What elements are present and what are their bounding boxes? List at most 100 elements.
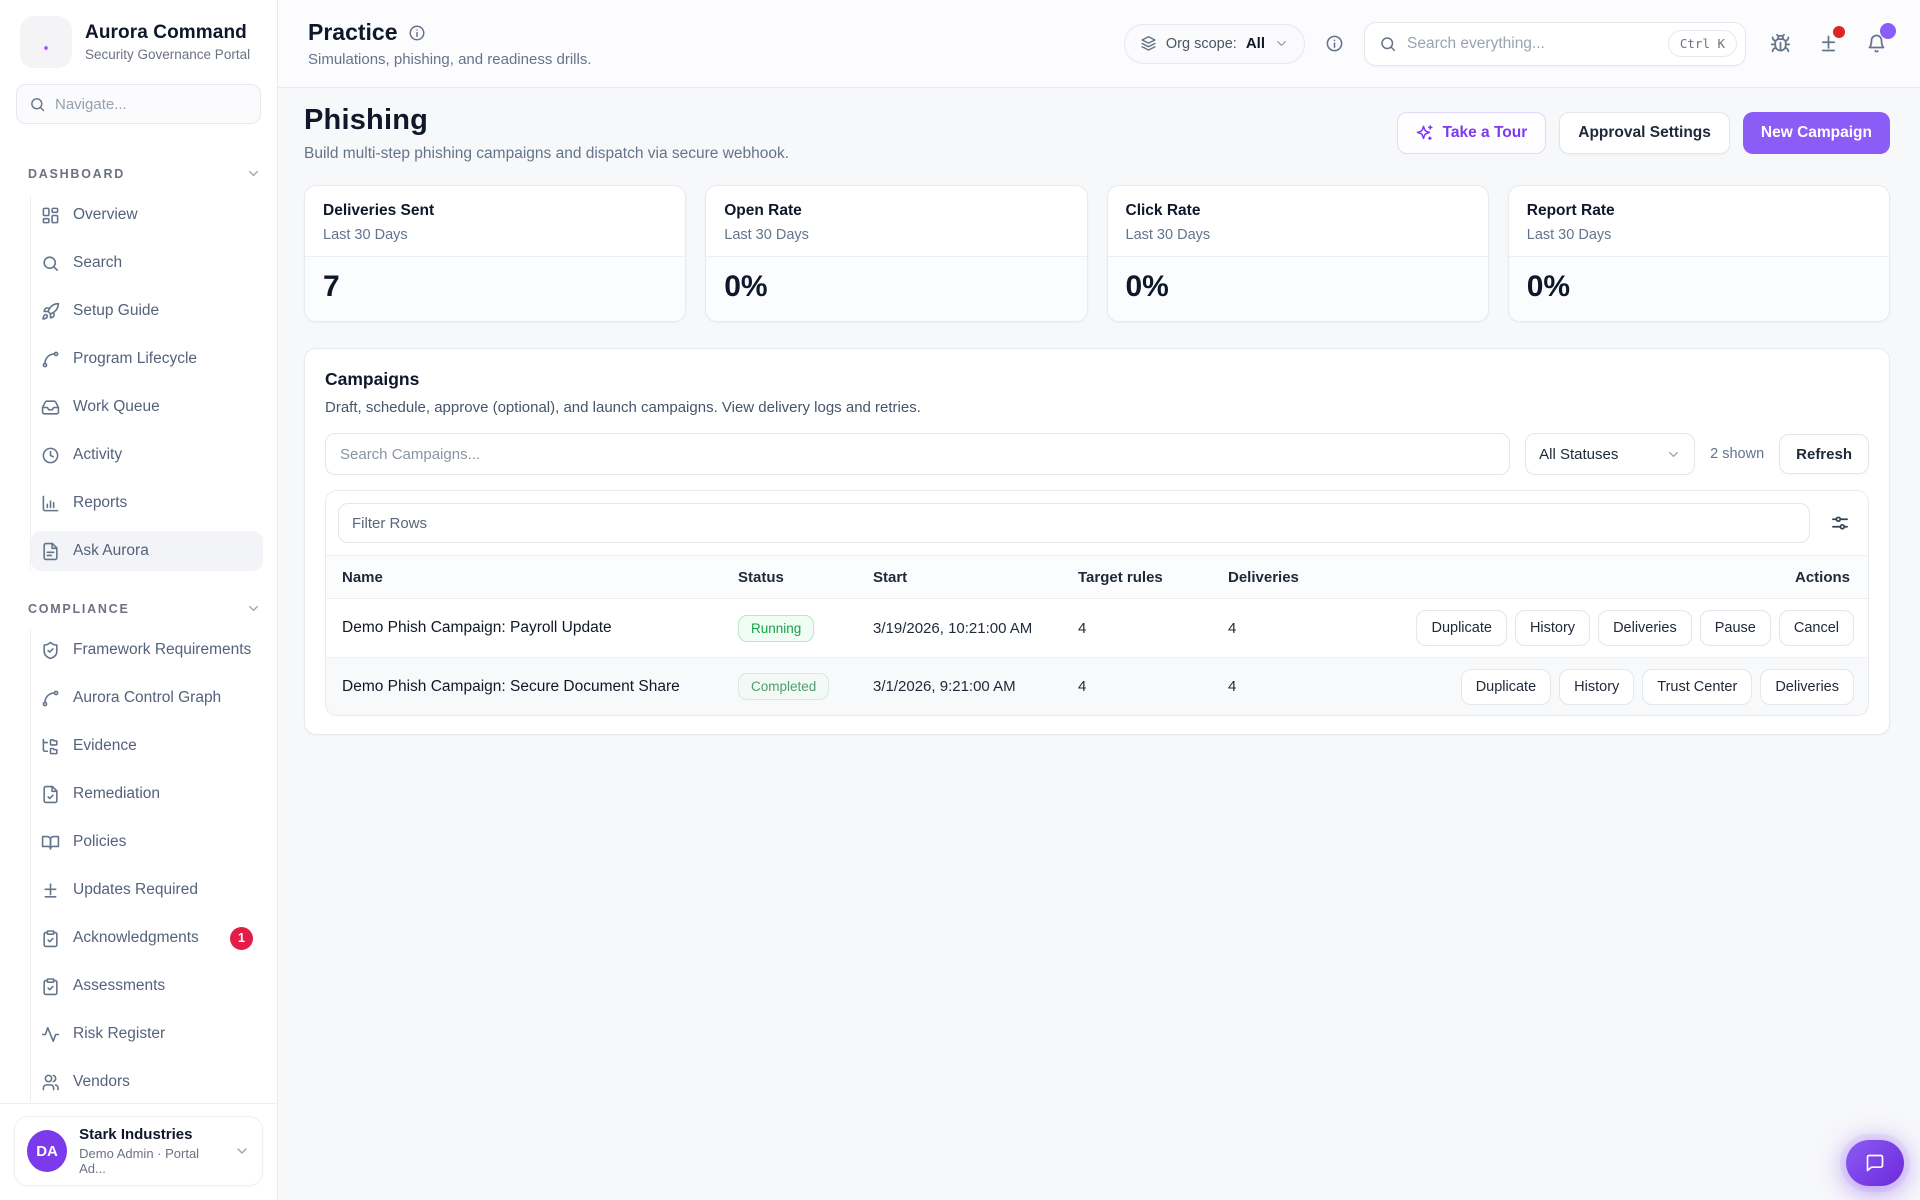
sidebar-item-label: Work Queue (73, 398, 160, 416)
chat-launcher-button[interactable] (1846, 1140, 1904, 1186)
sidebar-item-risk-register[interactable]: Risk Register (31, 1014, 263, 1054)
sidebar-item-acknowledgments[interactable]: Acknowledgments 1 (31, 918, 263, 958)
sidebar-item-policies[interactable]: Policies (31, 822, 263, 862)
notifications-button[interactable] (1862, 30, 1890, 58)
sidebar-item-remediation[interactable]: Remediation (31, 774, 263, 814)
sidebar-item-updates-required[interactable]: Updates Required (31, 870, 263, 910)
user-role: Demo Admin · Portal Ad... (79, 1146, 222, 1176)
sidebar-item-label: Policies (73, 833, 126, 851)
stat-period: Last 30 Days (323, 227, 667, 243)
sidebar-section: DASHBOARD Overview Search Setup Guide Pr… (28, 166, 263, 571)
user-menu[interactable]: DA Stark Industries Demo Admin · Portal … (14, 1116, 263, 1186)
campaign-target-rules: 4 (1078, 620, 1228, 637)
sidebar-item-evidence[interactable]: Evidence (31, 726, 263, 766)
app-name: Aurora Command (85, 22, 250, 44)
stat-title: Open Rate (724, 202, 1068, 220)
global-search-input[interactable] (1407, 35, 1658, 53)
sidebar-item-reports[interactable]: Reports (31, 483, 263, 523)
clock-icon (41, 446, 60, 465)
history-button[interactable]: History (1559, 669, 1634, 705)
column-header-start: Start (873, 569, 1078, 586)
pause-button[interactable]: Pause (1700, 610, 1771, 646)
cancel-button[interactable]: Cancel (1779, 610, 1854, 646)
sidebar-item-framework-requirements[interactable]: Framework Requirements (31, 630, 263, 670)
stat-card: Open Rate Last 30 Days 0% (705, 185, 1087, 322)
table-row[interactable]: Demo Phish Campaign: Payroll Update Runn… (326, 599, 1868, 657)
debug-button[interactable] (1766, 30, 1794, 58)
sidebar-item-ask-aurora[interactable]: Ask Aurora (31, 531, 263, 571)
sidebar-item-label: Reports (73, 494, 127, 512)
sidebar-item-label: Search (73, 254, 122, 272)
duplicate-button[interactable]: Duplicate (1416, 610, 1506, 646)
global-search[interactable]: Ctrl K (1364, 22, 1746, 66)
approval-settings-button[interactable]: Approval Settings (1559, 112, 1730, 154)
sidebar-section-header[interactable]: DASHBOARD (28, 166, 261, 181)
chevron-down-icon (234, 1143, 250, 1159)
sidebar-item-work-queue[interactable]: Work Queue (31, 387, 263, 427)
sidebar-section-header[interactable]: COMPLIANCE (28, 601, 261, 616)
table-body: Demo Phish Campaign: Payroll Update Runn… (326, 599, 1868, 715)
sidebar-item-assessments[interactable]: Assessments (31, 966, 263, 1006)
table-header: NameStatusStartTarget rulesDeliveriesAct… (326, 555, 1868, 599)
chart-icon (41, 494, 60, 513)
trust-center-button[interactable]: Trust Center (1642, 669, 1752, 705)
deliveries-button[interactable]: Deliveries (1760, 669, 1854, 705)
column-header-status: Status (738, 569, 873, 586)
campaign-search-input[interactable] (340, 446, 1495, 463)
stat-period: Last 30 Days (1126, 227, 1470, 243)
sidebar-nav: DASHBOARD Overview Search Setup Guide Pr… (0, 124, 277, 1103)
stat-card: Click Rate Last 30 Days 0% (1107, 185, 1489, 322)
sidebar-item-search[interactable]: Search (31, 243, 263, 283)
layers-icon (1140, 35, 1157, 52)
campaigns-card: Campaigns Draft, schedule, approve (opti… (304, 348, 1890, 735)
filter-rows-input[interactable] (352, 515, 1796, 532)
table-row[interactable]: Demo Phish Campaign: Secure Document Sha… (326, 657, 1868, 715)
deliveries-button[interactable]: Deliveries (1598, 610, 1692, 646)
navigate-input[interactable] (55, 96, 248, 113)
page-section-subtitle: Simulations, phishing, and readiness dri… (308, 51, 591, 68)
sidebar-nav-search[interactable] (16, 84, 261, 124)
sidebar-section-label: DASHBOARD (28, 167, 125, 181)
column-header-actions: Actions (1368, 569, 1868, 586)
info-icon[interactable] (1325, 34, 1344, 53)
sidebar-item-aurora-control-graph[interactable]: Aurora Control Graph (31, 678, 263, 718)
avatar: DA (27, 1130, 67, 1172)
sidebar-item-program-lifecycle[interactable]: Program Lifecycle (31, 339, 263, 379)
status-filter-select[interactable]: All Statuses (1525, 433, 1695, 475)
campaign-start: 3/19/2026, 10:21:00 AM (873, 620, 1078, 637)
rocket-icon (41, 302, 60, 321)
campaign-search[interactable] (325, 433, 1510, 475)
stat-value: 0% (1108, 256, 1488, 321)
chat-bubble-icon (1865, 1153, 1885, 1173)
app-logo-row[interactable]: Aurora Command Security Governance Porta… (0, 0, 277, 78)
sidebar-item-vendors[interactable]: Vendors (31, 1062, 263, 1102)
page-title: Phishing (304, 104, 789, 137)
column-header-deliveries: Deliveries (1228, 569, 1368, 586)
stats-row: Deliveries Sent Last 30 Days 7 Open Rate… (304, 185, 1890, 322)
info-icon[interactable] (408, 24, 426, 42)
filter-rows-field[interactable] (338, 503, 1810, 543)
search-icon (29, 96, 46, 113)
notification-badge: 1 (230, 927, 253, 950)
column-settings-button[interactable] (1824, 513, 1856, 533)
sidebar-item-label: Acknowledgments (73, 929, 199, 947)
stat-title: Report Rate (1527, 202, 1871, 220)
chevron-down-icon (1274, 36, 1289, 51)
spline-icon (41, 689, 60, 708)
duplicate-button[interactable]: Duplicate (1461, 669, 1551, 705)
app-tagline: Security Governance Portal (85, 47, 250, 62)
refresh-button[interactable]: Refresh (1779, 434, 1869, 474)
sidebar-item-overview[interactable]: Overview (31, 195, 263, 235)
campaigns-subtitle: Draft, schedule, approve (optional), and… (325, 399, 1869, 416)
stat-card: Deliveries Sent Last 30 Days 7 (304, 185, 686, 322)
sidebar-item-setup-guide[interactable]: Setup Guide (31, 291, 263, 331)
new-campaign-button[interactable]: New Campaign (1743, 112, 1890, 154)
take-a-tour-button[interactable]: Take a Tour (1397, 112, 1547, 154)
history-button[interactable]: History (1515, 610, 1590, 646)
sparkles-icon (1416, 124, 1434, 142)
sidebar-item-label: Evidence (73, 737, 137, 755)
changes-button[interactable] (1814, 30, 1842, 58)
org-scope-selector[interactable]: Org scope: All (1124, 24, 1305, 64)
campaign-deliveries: 4 (1228, 678, 1368, 695)
sidebar-item-activity[interactable]: Activity (31, 435, 263, 475)
